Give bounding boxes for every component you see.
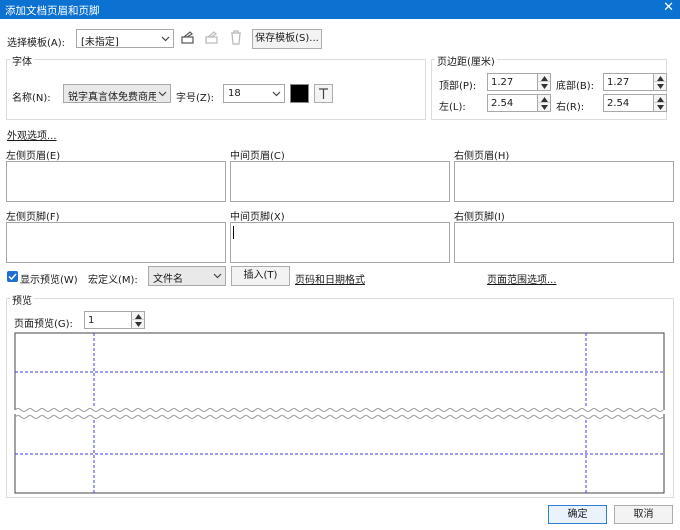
margin-right-stepper[interactable]: 2.54 — [603, 94, 667, 112]
save-template-button[interactable]: 保存模板(S)... — [252, 29, 322, 49]
text-cursor — [233, 226, 234, 239]
chevron-down-icon — [158, 91, 167, 97]
template-select[interactable]: [未指定] — [76, 29, 174, 48]
margin-bottom-stepper[interactable]: 1.27 — [603, 73, 667, 91]
page-preview-stepper[interactable]: 1 — [84, 311, 145, 329]
margin-left-stepper[interactable]: 2.54 — [487, 94, 551, 112]
rename-template-icon[interactable] — [205, 31, 219, 45]
right-header-label: 右侧页眉(H) — [454, 151, 510, 162]
margin-top-label: 顶部(P): — [439, 81, 477, 92]
show-preview-label[interactable]: 显示预览(W) — [20, 271, 78, 286]
margin-left-label: 左(L): — [439, 102, 466, 113]
delete-template-icon[interactable] — [229, 30, 243, 45]
center-footer-label: 中间页脚(X) — [230, 212, 285, 223]
decrement-button[interactable] — [653, 103, 666, 111]
chevron-down-icon — [272, 91, 281, 97]
preview-group-title: 预览 — [10, 292, 34, 307]
insert-button[interactable]: 插入(T) — [231, 266, 290, 286]
title-bar: 添加文档页眉和页脚 ✕ — [0, 0, 680, 19]
chevron-down-icon — [213, 273, 222, 279]
font-size-label: 字号(Z): — [176, 93, 215, 104]
margin-bottom-value: 1.27 — [607, 77, 630, 88]
macro-label: 宏定义(M): — [88, 275, 138, 286]
margin-right-label: 右(R): — [556, 102, 585, 113]
ok-button[interactable]: 确定 — [548, 505, 607, 524]
checkmark-icon — [8, 273, 17, 281]
left-footer-input[interactable] — [6, 222, 226, 263]
margin-top-stepper[interactable]: 1.27 — [487, 73, 551, 91]
close-button[interactable]: ✕ — [663, 0, 674, 15]
font-name-value: 锐字真言体免费商用 — [68, 92, 156, 103]
margin-left-value: 2.54 — [491, 98, 514, 109]
right-header-input[interactable] — [454, 161, 674, 202]
center-footer-input[interactable] — [230, 222, 450, 263]
increment-button[interactable] — [653, 95, 666, 103]
margin-top-value: 1.27 — [491, 77, 514, 88]
font-size-select[interactable]: 18 — [223, 84, 285, 103]
increment-button[interactable] — [131, 312, 144, 320]
template-select-value: [未指定] — [81, 37, 119, 48]
font-name-label: 名称(N): — [12, 93, 51, 104]
appearance-options-link[interactable]: 外观选项... — [7, 127, 57, 142]
page-range-options-link[interactable]: 页面范围选项... — [487, 271, 557, 286]
right-footer-input[interactable] — [454, 222, 674, 263]
underline-toggle[interactable] — [314, 84, 333, 103]
margin-bottom-label: 底部(B): — [556, 81, 595, 92]
margin-right-value: 2.54 — [607, 98, 630, 109]
page-number-date-format-link[interactable]: 页码和日期格式 — [295, 271, 365, 286]
page-preview-canvas — [14, 332, 665, 494]
font-size-value: 18 — [228, 88, 241, 99]
window-title: 添加文档页眉和页脚 — [5, 5, 100, 17]
chevron-down-icon — [161, 36, 170, 42]
left-header-input[interactable] — [6, 161, 226, 202]
margins-group-title: 页边距(厘米) — [435, 53, 497, 68]
macro-select-value: 文件名 — [153, 274, 183, 285]
center-header-input[interactable] — [230, 161, 450, 202]
decrement-button[interactable] — [537, 103, 550, 111]
font-color-swatch[interactable] — [290, 84, 309, 103]
page-preview-value: 1 — [88, 315, 95, 326]
center-header-label: 中间页眉(C) — [230, 151, 285, 162]
show-preview-checkbox[interactable] — [7, 271, 18, 282]
cancel-button[interactable]: 取消 — [614, 505, 673, 524]
increment-button[interactable] — [537, 95, 550, 103]
left-header-label: 左侧页眉(E) — [6, 151, 61, 162]
decrement-button[interactable] — [537, 82, 550, 90]
increment-button[interactable] — [653, 74, 666, 82]
increment-button[interactable] — [537, 74, 550, 82]
page-preview-label: 页面预览(G): — [14, 319, 73, 330]
edit-template-icon[interactable] — [181, 31, 195, 45]
template-label: 选择模板(A): — [7, 38, 66, 49]
font-group-title: 字体 — [10, 53, 34, 68]
left-footer-label: 左侧页脚(F) — [6, 212, 60, 223]
decrement-button[interactable] — [131, 320, 144, 328]
decrement-button[interactable] — [653, 82, 666, 90]
macro-select[interactable]: 文件名 — [148, 266, 226, 286]
text-style-icon — [319, 88, 328, 99]
right-footer-label: 右侧页脚(I) — [454, 212, 505, 223]
font-name-select[interactable]: 锐字真言体免费商用 — [63, 84, 171, 103]
